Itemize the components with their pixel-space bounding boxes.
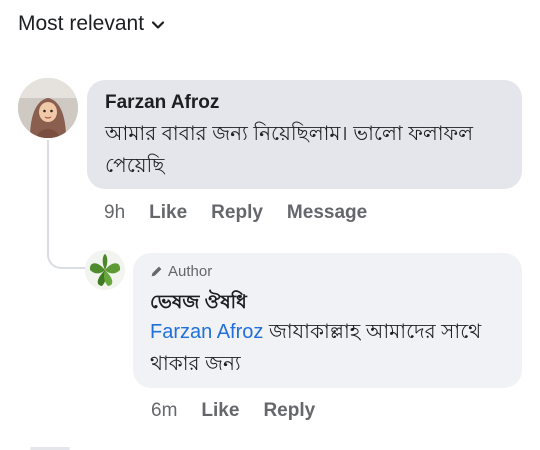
reply-text: Farzan Afroz জাযাকাল্লাহ আমাদের সাথে থাক…: [150, 316, 510, 380]
reply-reply-button[interactable]: Reply: [263, 400, 315, 422]
sort-label: Most relevant: [18, 12, 145, 35]
author-badge-label: Author: [168, 263, 213, 280]
reply-button[interactable]: Reply: [211, 202, 263, 224]
reply-bubble: Author ভেষজ ঔষধি Farzan Afroz জাযাকাল্লা…: [133, 253, 522, 388]
comment-bubble: Farzan Afroz আমার বাবার জন্য নিয়েছিলাম।…: [87, 80, 522, 189]
sort-dropdown[interactable]: Most relevant: [18, 12, 166, 36]
reply-like-button[interactable]: Like: [201, 400, 239, 422]
reply-time[interactable]: 6m: [151, 400, 177, 422]
comment-author[interactable]: Farzan Afroz: [105, 92, 219, 114]
comment-time[interactable]: 9h: [104, 202, 125, 224]
thread-connector: [47, 140, 87, 269]
page-avatar[interactable]: [85, 250, 125, 290]
message-button[interactable]: Message: [287, 202, 367, 224]
like-button[interactable]: Like: [149, 202, 187, 224]
reply-actions: 6m Like Reply: [151, 400, 315, 422]
commenter-avatar[interactable]: [18, 78, 78, 138]
comment-text: আমার বাবার জন্য নিয়েছিলাম। ভালো ফলাফল প…: [105, 123, 474, 177]
pencil-icon: [151, 266, 162, 277]
chevron-down-icon: [151, 21, 165, 29]
mention-link[interactable]: Farzan Afroz: [150, 321, 263, 343]
comment-actions: 9h Like Reply Message: [104, 202, 367, 224]
author-badge: Author: [150, 263, 212, 280]
